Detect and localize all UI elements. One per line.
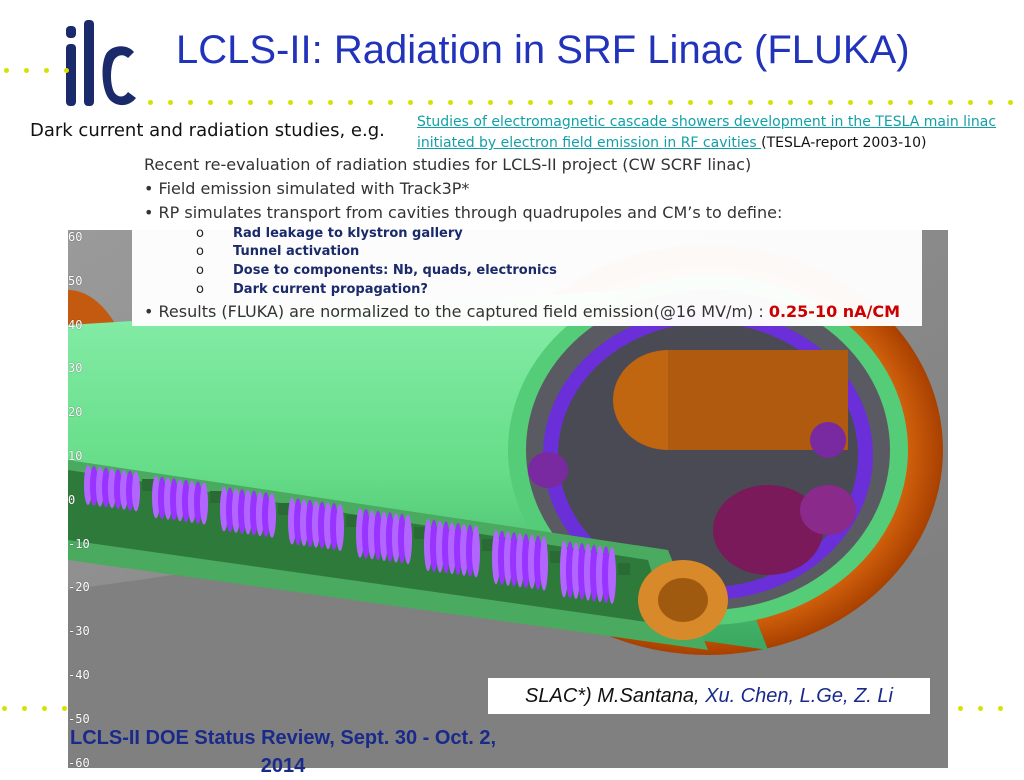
axis-tick-label: -40 (68, 668, 90, 682)
results-highlight: 0.25-10 nA/CM (768, 302, 901, 321)
sub-marker: o (196, 226, 204, 241)
axis-tick-label: -10 (68, 536, 90, 551)
cavity-cell (472, 525, 480, 578)
sub-item-text: Rad leakage to klystron gallery (233, 226, 463, 241)
reference-note: Studies of electromagnetic cascade showe… (417, 112, 1017, 154)
sub-item-tunnel-activation: o Tunnel activation (196, 244, 359, 259)
cavity-cell (540, 536, 548, 591)
axis-tick-label: 0 (68, 492, 76, 507)
bullet-text: Field emission simulated with Track3P* (158, 179, 470, 198)
axis-tick-label: 40 (68, 317, 83, 332)
footer-text: LCLS-II DOE Status Review, Sept. 30 - Oc… (69, 727, 497, 777)
cavity-cell (404, 514, 412, 565)
cavity-coupler (210, 491, 222, 503)
credit-prefix: SLAC*) M.Santana, (525, 685, 706, 707)
axis-tick-label: 60 (68, 230, 83, 244)
axis-tick-label: 10 (68, 449, 83, 463)
axis-tick-label: -20 (68, 580, 90, 595)
cavity-coupler (346, 515, 358, 527)
slide-title: LCLS-II: Radiation in SRF Linac (FLUKA) (176, 28, 910, 72)
cavity-coupler (142, 479, 154, 491)
sub-item-text: Dark current propagation? (233, 282, 428, 297)
cavity-cell (200, 482, 208, 525)
ilc-logo (66, 20, 136, 106)
decorative-dots-left (4, 68, 69, 73)
cavity-cell (268, 493, 276, 538)
decorative-dots-bottom-right (958, 706, 1003, 711)
axis-tick-label: 50 (68, 273, 83, 288)
bullet-field-emission: • Field emission simulated with Track3P* (144, 179, 469, 198)
bullet-results: • Results (FLUKA) are normalized to the … (144, 302, 900, 321)
axis-ticks: 60 50 40 30 20 10 0 -10 -20 -30 -40 -50 -60 (68, 230, 108, 768)
cavity-cell (608, 547, 616, 604)
cavity-cell (336, 503, 344, 551)
sub-marker: o (196, 244, 204, 259)
bullet-marker: • (144, 179, 154, 198)
sub-marker: o (196, 282, 204, 297)
intro-text: Recent re-evaluation of radiation studie… (144, 155, 752, 174)
reference-suffix: (TESLA-report 2003-10) (761, 135, 927, 151)
axis-tick-label: 30 (68, 361, 83, 376)
axis-tick-label: 20 (68, 405, 83, 420)
sub-item-dose: o Dose to components: Nb, quads, electron… (196, 263, 557, 278)
sub-item-rad-leakage: o Rad leakage to klystron gallery (196, 226, 463, 241)
bullet-marker: • (144, 203, 154, 222)
cavity-cell (132, 471, 140, 512)
credit-box: SLAC*) M.Santana, Xu. Chen, L.Ge, Z. Li (488, 678, 930, 714)
credit-names: Xu. Chen, L.Ge, Z. Li (705, 685, 893, 707)
results-text: Results (FLUKA) are normalized to the ca… (158, 302, 769, 321)
bullet-marker: • (144, 302, 154, 321)
cavity-coupler (278, 503, 290, 515)
sub-item-text: Tunnel activation (233, 244, 360, 259)
sub-marker: o (196, 263, 204, 278)
sub-item-text: Dose to components: Nb, quads, electroni… (233, 263, 557, 278)
decorative-dots-header (148, 100, 1024, 105)
bullet-rp-transport: • RP simulates transport from cavities t… (144, 203, 782, 222)
sub-item-dark-current: o Dark current propagation? (196, 282, 428, 297)
bullet-text: RP simulates transport from cavities thr… (158, 203, 783, 222)
axis-tick-label: -30 (68, 624, 90, 639)
lead-text: Dark current and radiation studies, e.g. (30, 120, 385, 141)
cavity-coupler (618, 563, 630, 575)
decorative-dots-bottom-left (2, 706, 67, 711)
